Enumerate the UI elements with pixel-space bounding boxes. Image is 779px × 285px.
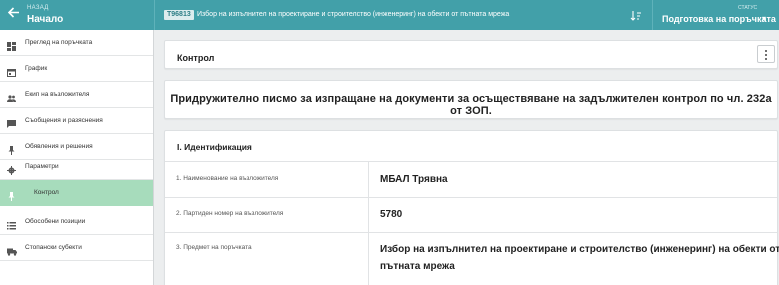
divider (165, 232, 777, 233)
topbar-divider (154, 0, 155, 30)
dashboard-icon (7, 38, 16, 51)
calendar-icon (7, 64, 16, 77)
status-dropdown[interactable]: Подготовка на поръчката (662, 14, 776, 24)
back-caption[interactable]: НАЗАД (27, 5, 49, 11)
sidebar-item-overview[interactable]: Преглед на поръчката (0, 30, 153, 56)
sidebar-item-label: Съобщения и разяснения (25, 117, 103, 124)
procedure-title: Избор на изпълнител на проектиране и стр… (197, 11, 510, 18)
home-link[interactable]: Начало (27, 14, 63, 25)
sidebar-item-label: Стопански субекти (25, 244, 82, 251)
page-title: Контрол (177, 53, 215, 63)
row-label: 1. Наименование на възложителя (176, 175, 279, 182)
people-icon (7, 90, 16, 102)
row-label: 3. Предмет на поръчката (176, 244, 252, 251)
sidebar-item-label: Параметри (25, 163, 59, 170)
top-bar: НАЗАД Начало Т96813 Избор на изпълнител … (0, 0, 779, 30)
sidebar-item-parameters[interactable]: Параметри (0, 154, 153, 180)
sidebar-item-label: Екип на възложителя (25, 91, 90, 98)
column-divider (368, 162, 369, 285)
pin-icon (7, 142, 16, 155)
row-value: Избор на изпълнител на проектиране и стр… (380, 244, 779, 255)
sidebar: Преглед на поръчката График Екип на възл… (0, 30, 154, 285)
status-label: СТАТУС (738, 5, 758, 11)
sidebar-item-team[interactable]: Екип на възложителя (0, 82, 153, 108)
sidebar-item-lots[interactable]: Обособени позиции (0, 209, 153, 235)
row-label: 2. Партиден номер на възложителя (176, 210, 284, 217)
more-options-button[interactable] (757, 45, 775, 63)
chevron-down-icon[interactable]: ▾ (762, 14, 766, 23)
sidebar-item-label: Контрол (34, 189, 59, 196)
section-title: I. Идентификация (177, 142, 252, 152)
control-header-card: Контрол (164, 40, 778, 69)
sidebar-item-label: Обявления и решения (25, 143, 93, 150)
status-divider (652, 0, 653, 30)
sidebar-item-label: График (25, 65, 48, 72)
banner-heading: Придружително писмо за изпращане на доку… (170, 93, 772, 117)
list-icon (7, 217, 16, 230)
row-value: 5780 (380, 209, 403, 220)
sidebar-item-control[interactable]: Контрол (0, 180, 153, 206)
identification-card: I. Идентификация 1. Наименование на възл… (164, 130, 779, 285)
procedure-id-badge: Т96813 (164, 10, 194, 20)
gear-icon (7, 162, 16, 175)
truck-icon (7, 243, 17, 256)
divider (165, 197, 777, 198)
sort-lines-icon[interactable] (630, 9, 642, 21)
arrow-left-icon[interactable] (7, 6, 21, 22)
pin-icon (7, 188, 16, 201)
sidebar-item-entities[interactable]: Стопански субекти (0, 235, 153, 261)
sidebar-item-schedule[interactable]: График (0, 56, 153, 82)
row-value: МБАЛ Трявна (380, 174, 448, 185)
sidebar-item-label: Преглед на поръчката (25, 39, 93, 46)
row-value-continued: пътната мрежа (380, 261, 455, 272)
banner-card: Придружително писмо за изпращане на доку… (164, 80, 778, 119)
divider (165, 161, 777, 162)
sidebar-item-messages[interactable]: Съобщения и разяснения (0, 108, 153, 134)
sidebar-item-label: Обособени позиции (25, 218, 86, 225)
chat-icon (7, 116, 16, 128)
